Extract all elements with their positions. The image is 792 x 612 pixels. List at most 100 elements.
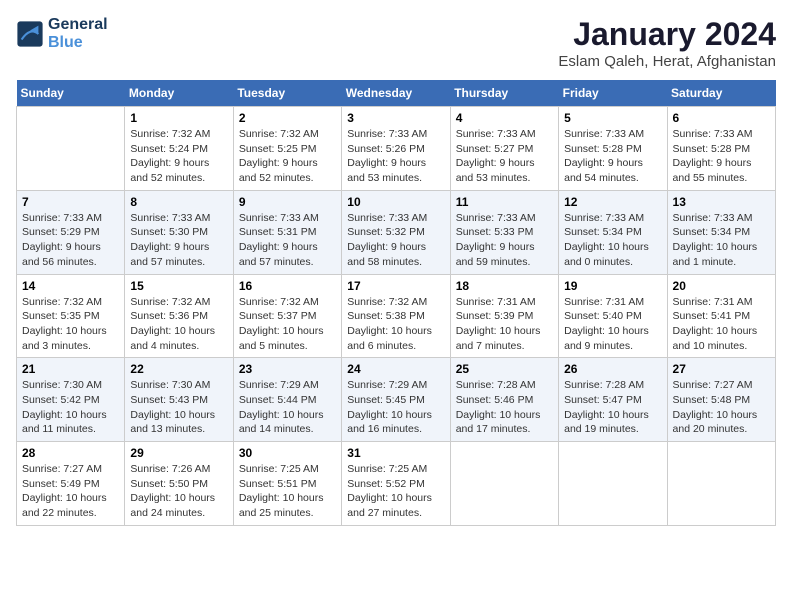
calendar-cell: 31 Sunrise: 7:25 AM Sunset: 5:52 PM Dayli… bbox=[342, 442, 450, 526]
day-number: 15 bbox=[130, 279, 227, 293]
day-info: Sunrise: 7:32 AM Sunset: 5:38 PM Dayligh… bbox=[347, 295, 444, 354]
calendar-cell: 28 Sunrise: 7:27 AM Sunset: 5:49 PM Dayli… bbox=[17, 442, 125, 526]
calendar-cell: 23 Sunrise: 7:29 AM Sunset: 5:44 PM Dayli… bbox=[233, 358, 341, 442]
day-number: 23 bbox=[239, 362, 336, 376]
day-info: Sunrise: 7:29 AM Sunset: 5:45 PM Dayligh… bbox=[347, 378, 444, 437]
day-number: 30 bbox=[239, 446, 336, 460]
day-info: Sunrise: 7:27 AM Sunset: 5:49 PM Dayligh… bbox=[22, 462, 119, 521]
calendar-cell: 20 Sunrise: 7:31 AM Sunset: 5:41 PM Dayli… bbox=[667, 274, 775, 358]
day-number: 18 bbox=[456, 279, 553, 293]
calendar-cell: 11 Sunrise: 7:33 AM Sunset: 5:33 PM Dayli… bbox=[450, 190, 558, 274]
header-cell-tuesday: Tuesday bbox=[233, 80, 341, 107]
day-number: 29 bbox=[130, 446, 227, 460]
day-number: 20 bbox=[673, 279, 770, 293]
logo-icon bbox=[16, 20, 44, 48]
day-info: Sunrise: 7:29 AM Sunset: 5:44 PM Dayligh… bbox=[239, 378, 336, 437]
page-title: January 2024 bbox=[558, 16, 776, 53]
calendar-cell: 29Sunrise: 7:26 AM Sunset: 5:50 PM Dayli… bbox=[125, 442, 233, 526]
day-number: 4 bbox=[456, 111, 553, 125]
calendar-cell: 12 Sunrise: 7:33 AM Sunset: 5:34 PM Dayli… bbox=[559, 190, 667, 274]
day-info: Sunrise: 7:31 AM Sunset: 5:41 PM Dayligh… bbox=[673, 295, 770, 354]
day-number: 22 bbox=[130, 362, 227, 376]
day-number: 5 bbox=[564, 111, 661, 125]
calendar-week-row: 28 Sunrise: 7:27 AM Sunset: 5:49 PM Dayli… bbox=[17, 442, 776, 526]
calendar-body: 1 Sunrise: 7:32 AM Sunset: 5:24 PM Daylig… bbox=[17, 107, 776, 526]
day-info: Sunrise: 7:33 AM Sunset: 5:30 PM Dayligh… bbox=[130, 211, 227, 270]
day-info: Sunrise: 7:33 AM Sunset: 5:32 PM Dayligh… bbox=[347, 211, 444, 270]
calendar-table: SundayMondayTuesdayWednesdayThursdayFrid… bbox=[16, 80, 776, 526]
calendar-cell: 1 Sunrise: 7:32 AM Sunset: 5:24 PM Daylig… bbox=[125, 107, 233, 191]
day-number: 27 bbox=[673, 362, 770, 376]
logo-text: General Blue bbox=[48, 16, 108, 52]
day-number: 26 bbox=[564, 362, 661, 376]
calendar-cell bbox=[17, 107, 125, 191]
calendar-cell: 22 Sunrise: 7:30 AM Sunset: 5:43 PM Dayli… bbox=[125, 358, 233, 442]
calendar-cell bbox=[450, 442, 558, 526]
calendar-cell: 30 Sunrise: 7:25 AM Sunset: 5:51 PM Dayli… bbox=[233, 442, 341, 526]
day-info: Sunrise: 7:27 AM Sunset: 5:48 PM Dayligh… bbox=[673, 378, 770, 437]
day-info: Sunrise: 7:25 AM Sunset: 5:51 PM Dayligh… bbox=[239, 462, 336, 521]
calendar-cell: 5 Sunrise: 7:33 AM Sunset: 5:28 PM Daylig… bbox=[559, 107, 667, 191]
header: General Blue January 2024 Eslam Qaleh, H… bbox=[16, 16, 776, 70]
calendar-cell: 27 Sunrise: 7:27 AM Sunset: 5:48 PM Dayli… bbox=[667, 358, 775, 442]
calendar-cell: 9 Sunrise: 7:33 AM Sunset: 5:31 PM Daylig… bbox=[233, 190, 341, 274]
day-info: Sunrise: 7:32 AM Sunset: 5:36 PM Dayligh… bbox=[130, 295, 227, 354]
day-number: 7 bbox=[22, 195, 119, 209]
header-cell-sunday: Sunday bbox=[17, 80, 125, 107]
calendar-cell: 6Sunrise: 7:33 AM Sunset: 5:28 PM Daylig… bbox=[667, 107, 775, 191]
day-info: Sunrise: 7:28 AM Sunset: 5:47 PM Dayligh… bbox=[564, 378, 661, 437]
calendar-cell: 26 Sunrise: 7:28 AM Sunset: 5:47 PM Dayli… bbox=[559, 358, 667, 442]
day-info: Sunrise: 7:30 AM Sunset: 5:43 PM Dayligh… bbox=[130, 378, 227, 437]
header-cell-monday: Monday bbox=[125, 80, 233, 107]
calendar-week-row: 21Sunrise: 7:30 AM Sunset: 5:42 PM Dayli… bbox=[17, 358, 776, 442]
day-number: 25 bbox=[456, 362, 553, 376]
calendar-header-row: SundayMondayTuesdayWednesdayThursdayFrid… bbox=[17, 80, 776, 107]
day-number: 8 bbox=[130, 195, 227, 209]
day-info: Sunrise: 7:33 AM Sunset: 5:34 PM Dayligh… bbox=[564, 211, 661, 270]
day-info: Sunrise: 7:31 AM Sunset: 5:39 PM Dayligh… bbox=[456, 295, 553, 354]
calendar-cell: 21Sunrise: 7:30 AM Sunset: 5:42 PM Dayli… bbox=[17, 358, 125, 442]
day-number: 28 bbox=[22, 446, 119, 460]
day-number: 14 bbox=[22, 279, 119, 293]
day-number: 2 bbox=[239, 111, 336, 125]
calendar-week-row: 7 Sunrise: 7:33 AM Sunset: 5:29 PM Daylig… bbox=[17, 190, 776, 274]
calendar-week-row: 14 Sunrise: 7:32 AM Sunset: 5:35 PM Dayli… bbox=[17, 274, 776, 358]
calendar-cell: 4Sunrise: 7:33 AM Sunset: 5:27 PM Daylig… bbox=[450, 107, 558, 191]
day-number: 9 bbox=[239, 195, 336, 209]
header-cell-saturday: Saturday bbox=[667, 80, 775, 107]
calendar-week-row: 1 Sunrise: 7:32 AM Sunset: 5:24 PM Daylig… bbox=[17, 107, 776, 191]
day-info: Sunrise: 7:33 AM Sunset: 5:26 PM Dayligh… bbox=[347, 127, 444, 186]
calendar-cell: 14 Sunrise: 7:32 AM Sunset: 5:35 PM Dayli… bbox=[17, 274, 125, 358]
day-number: 11 bbox=[456, 195, 553, 209]
day-number: 21 bbox=[22, 362, 119, 376]
logo: General Blue bbox=[16, 16, 108, 52]
day-number: 16 bbox=[239, 279, 336, 293]
day-number: 24 bbox=[347, 362, 444, 376]
calendar-cell: 13Sunrise: 7:33 AM Sunset: 5:34 PM Dayli… bbox=[667, 190, 775, 274]
day-info: Sunrise: 7:25 AM Sunset: 5:52 PM Dayligh… bbox=[347, 462, 444, 521]
calendar-cell: 16 Sunrise: 7:32 AM Sunset: 5:37 PM Dayli… bbox=[233, 274, 341, 358]
day-info: Sunrise: 7:32 AM Sunset: 5:35 PM Dayligh… bbox=[22, 295, 119, 354]
calendar-cell: 10 Sunrise: 7:33 AM Sunset: 5:32 PM Dayli… bbox=[342, 190, 450, 274]
day-number: 31 bbox=[347, 446, 444, 460]
header-cell-thursday: Thursday bbox=[450, 80, 558, 107]
day-info: Sunrise: 7:32 AM Sunset: 5:37 PM Dayligh… bbox=[239, 295, 336, 354]
calendar-cell bbox=[559, 442, 667, 526]
day-number: 6 bbox=[673, 111, 770, 125]
day-number: 13 bbox=[673, 195, 770, 209]
day-info: Sunrise: 7:33 AM Sunset: 5:31 PM Dayligh… bbox=[239, 211, 336, 270]
day-info: Sunrise: 7:32 AM Sunset: 5:24 PM Dayligh… bbox=[130, 127, 227, 186]
day-number: 3 bbox=[347, 111, 444, 125]
day-info: Sunrise: 7:33 AM Sunset: 5:33 PM Dayligh… bbox=[456, 211, 553, 270]
calendar-cell: 7 Sunrise: 7:33 AM Sunset: 5:29 PM Daylig… bbox=[17, 190, 125, 274]
day-number: 12 bbox=[564, 195, 661, 209]
day-number: 10 bbox=[347, 195, 444, 209]
day-info: Sunrise: 7:33 AM Sunset: 5:28 PM Dayligh… bbox=[564, 127, 661, 186]
calendar-cell: 24 Sunrise: 7:29 AM Sunset: 5:45 PM Dayli… bbox=[342, 358, 450, 442]
day-info: Sunrise: 7:33 AM Sunset: 5:29 PM Dayligh… bbox=[22, 211, 119, 270]
header-cell-wednesday: Wednesday bbox=[342, 80, 450, 107]
calendar-cell: 18 Sunrise: 7:31 AM Sunset: 5:39 PM Dayli… bbox=[450, 274, 558, 358]
day-number: 17 bbox=[347, 279, 444, 293]
calendar-cell: 17 Sunrise: 7:32 AM Sunset: 5:38 PM Dayli… bbox=[342, 274, 450, 358]
day-number: 1 bbox=[130, 111, 227, 125]
